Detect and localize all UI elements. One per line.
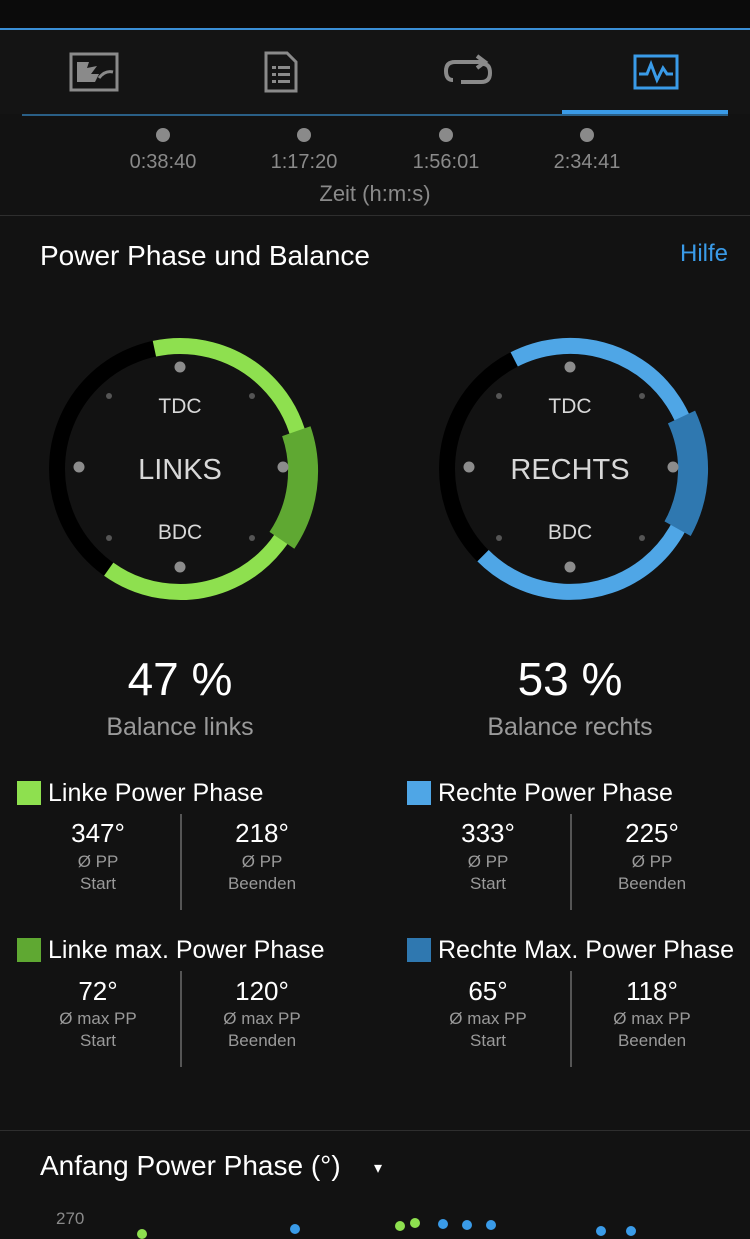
left-max-end-value: 120°	[235, 976, 289, 1006]
left-max-start-caption: Ø max PP Start	[59, 1009, 137, 1050]
left-max-pp-title: Linke max. Power Phase	[48, 936, 325, 964]
scatter-point	[486, 1220, 496, 1230]
scatter-point	[438, 1219, 448, 1229]
time-tick-label: 2:34:41	[553, 151, 621, 173]
right-max-pp-title: Rechte Max. Power Phase	[438, 936, 734, 964]
stat-separator	[180, 814, 182, 910]
tab-map[interactable]	[0, 30, 187, 114]
axis-marker[interactable]	[580, 128, 594, 142]
left-pp-end-value: 218°	[235, 818, 289, 848]
ring-tick	[496, 393, 502, 399]
ring-tick	[174, 561, 186, 573]
section-divider	[0, 1130, 750, 1131]
scatter-point	[137, 1229, 147, 1239]
stat-separator	[180, 971, 182, 1067]
right-max-start-value: 65°	[468, 976, 508, 1006]
time-tick-label: 1:17:20	[270, 151, 338, 173]
left-max-phase-arc	[269, 426, 319, 549]
left-balance-value: 47 %	[127, 653, 233, 705]
ring-tick	[174, 361, 186, 373]
chart-activity-icon	[633, 54, 678, 90]
ring-tick	[463, 461, 475, 473]
map-course-icon	[69, 52, 118, 92]
right-max-phase-arc	[664, 410, 709, 536]
document-list-icon	[264, 51, 297, 93]
axis-marker[interactable]	[156, 128, 170, 142]
section-divider	[0, 215, 750, 216]
time-tick-label: 1:56:01	[412, 151, 480, 173]
left-pp-start-value: 347°	[71, 818, 125, 848]
help-link[interactable]: Hilfe	[680, 240, 728, 268]
dropdown-arrow-icon[interactable]: ▾	[374, 1158, 382, 1178]
scatter-point	[596, 1226, 606, 1236]
right-power-ring: TDC RECHTS BDC	[430, 330, 710, 610]
left-balance-label: Balance links	[106, 713, 254, 741]
ring-tick	[277, 461, 289, 473]
loop-icon	[443, 54, 492, 84]
tdc-label: TDC	[158, 395, 201, 418]
axis-marker[interactable]	[439, 128, 453, 142]
stat-separator	[570, 814, 572, 910]
bdc-label: BDC	[548, 521, 592, 544]
right-max-start-caption: Ø max PP Start	[449, 1009, 527, 1050]
ring-center-label: LINKS	[138, 454, 222, 486]
right-balance-value: 53 %	[517, 653, 623, 705]
bdc-label: BDC	[158, 521, 202, 544]
time-tick-label: 0:38:40	[129, 151, 197, 173]
left-pp-end-caption: Ø PP Beenden	[227, 852, 297, 893]
tab-charts[interactable]	[562, 30, 749, 114]
chart-strip	[22, 114, 728, 116]
stat-separator	[570, 971, 572, 1067]
ring-tick	[639, 535, 645, 541]
ring-tick	[496, 535, 502, 541]
ring-tick	[106, 535, 112, 541]
left-pp-start-caption: Ø PP Start	[77, 852, 119, 893]
top-bar	[0, 0, 750, 30]
right-balance-label: Balance rechts	[487, 713, 653, 741]
tab-details[interactable]	[187, 30, 374, 114]
right-pp-end-caption: Ø PP Beenden	[617, 852, 687, 893]
legend-swatch-left-max	[17, 938, 41, 962]
y-axis-tick: 270	[56, 1209, 85, 1228]
tdc-label: TDC	[548, 395, 591, 418]
left-pp-title: Linke Power Phase	[48, 779, 264, 807]
right-pp-end-value: 225°	[625, 818, 679, 848]
right-max-end-value: 118°	[626, 976, 678, 1006]
ring-tick	[249, 393, 255, 399]
right-pp-start-value: 333°	[461, 818, 515, 848]
tab-laps[interactable]	[374, 30, 561, 114]
left-power-ring: TDC LINKS BDC	[40, 330, 320, 610]
right-pp-start-caption: Ø PP Start	[467, 852, 509, 893]
left-max-start-value: 72°	[78, 976, 118, 1006]
axis-marker[interactable]	[297, 128, 311, 142]
legend-swatch-left-pp	[17, 781, 41, 805]
right-pp-title: Rechte Power Phase	[438, 779, 673, 807]
ring-tick	[249, 535, 255, 541]
scatter-point	[395, 1221, 405, 1231]
scatter-point	[410, 1218, 420, 1228]
right-max-end-caption: Ø max PP Beenden	[613, 1009, 691, 1050]
ring-center-label: RECHTS	[510, 454, 629, 486]
scatter-point	[626, 1226, 636, 1236]
legend-swatch-right-pp	[407, 781, 431, 805]
ring-tick	[564, 361, 576, 373]
scatter-point	[462, 1220, 472, 1230]
ring-tick	[73, 461, 85, 473]
legend-swatch-right-max	[407, 938, 431, 962]
ring-tick	[667, 461, 679, 473]
section-title: Power Phase und Balance	[40, 240, 370, 271]
left-max-end-caption: Ø max PP Beenden	[223, 1009, 301, 1050]
ring-tick	[639, 393, 645, 399]
ring-tick	[106, 393, 112, 399]
time-axis-title: Zeit (h:m:s)	[319, 181, 431, 206]
ring-tick	[564, 561, 576, 573]
tab-bar	[0, 30, 750, 114]
chart-title[interactable]: Anfang Power Phase (°)	[40, 1150, 341, 1182]
